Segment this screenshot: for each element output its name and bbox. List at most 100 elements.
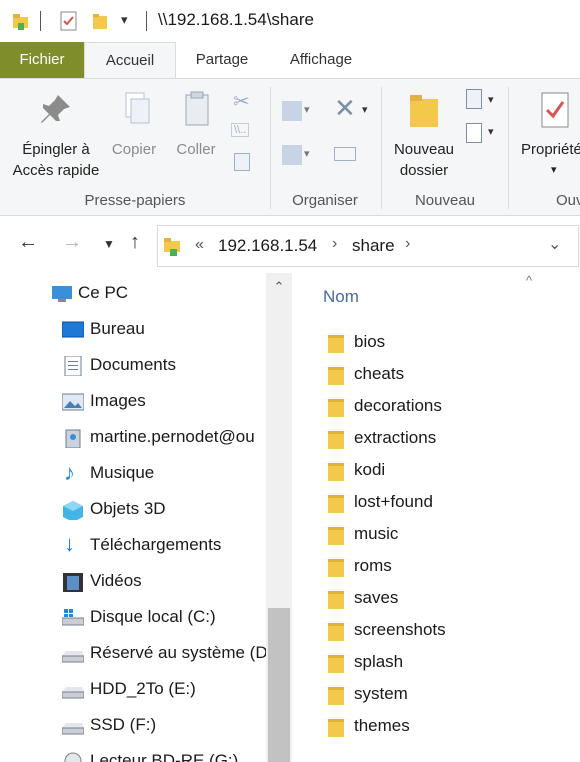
list-item[interactable]: lost+found xyxy=(322,487,572,519)
nav-item-bd-re-g[interactable]: Lecteur BD-RE (G:) xyxy=(0,745,268,762)
new-folder-quick-icon[interactable] xyxy=(90,10,112,32)
up-arrow-icon[interactable]: ↑ xyxy=(130,231,140,254)
folder-icon xyxy=(328,431,344,449)
videos-icon xyxy=(63,573,83,592)
cut-icon[interactable]: ✂ xyxy=(233,89,250,114)
customize-quick-access-icon[interactable]: ▾ xyxy=(121,12,128,34)
tab-view[interactable]: Affichage xyxy=(270,42,372,78)
scroll-up-icon[interactable]: ⌃ xyxy=(266,279,292,299)
navigation-scrollbar[interactable]: ⌃ xyxy=(266,273,292,762)
list-item[interactable]: screenshots xyxy=(322,615,572,647)
nav-item-user-folder[interactable]: martine.pernodet@ou xyxy=(0,421,268,455)
nav-item-local-disk-c[interactable]: Disque local (C:) xyxy=(0,601,268,635)
properties-quick-icon[interactable] xyxy=(58,10,80,32)
pin-quick-access-button[interactable]: Épingler à Accès rapide xyxy=(6,89,106,181)
forward-arrow-icon[interactable]: → xyxy=(62,231,82,254)
easy-access-dropdown-icon[interactable]: ▾ xyxy=(488,125,494,138)
ribbon: Épingler à Accès rapide Copier Coller ✂ … xyxy=(0,78,580,216)
tab-home[interactable]: Accueil xyxy=(84,42,176,79)
column-header-name[interactable]: Nom xyxy=(323,287,359,307)
tab-file[interactable]: Fichier xyxy=(0,42,84,78)
list-item[interactable]: decorations xyxy=(322,391,572,423)
nav-item-this-pc[interactable]: Ce PC xyxy=(0,277,268,311)
drive-icon xyxy=(62,723,84,735)
scrollbar-thumb[interactable] xyxy=(268,608,290,762)
move-to-icon[interactable] xyxy=(282,101,302,121)
list-item[interactable]: themes xyxy=(322,711,572,743)
new-folder-label-line2: dossier xyxy=(399,162,449,179)
group-separator xyxy=(508,87,509,209)
new-item-dropdown-icon[interactable]: ▾ xyxy=(488,93,494,106)
properties-label: Propriétés xyxy=(521,141,580,158)
file-list-pane: ^ Nom bios cheats decorations extraction… xyxy=(292,273,580,762)
folder-icon xyxy=(328,623,344,641)
group-label-open: Ouvrir xyxy=(556,192,580,209)
list-item[interactable]: saves xyxy=(322,583,572,615)
recent-locations-icon[interactable]: ▼ xyxy=(103,237,115,251)
paste-shortcut-icon[interactable] xyxy=(234,153,250,171)
list-item[interactable]: extractions xyxy=(322,423,572,455)
copy-button[interactable]: Copier xyxy=(104,89,164,160)
chevron-right-icon[interactable]: › xyxy=(332,235,337,253)
back-arrow-icon[interactable]: ← xyxy=(18,231,38,254)
folder-icon xyxy=(328,719,344,737)
nav-item-3d-objects[interactable]: Objets 3D xyxy=(0,493,268,527)
copy-to-icon[interactable] xyxy=(282,145,302,165)
nav-item-hdd-e[interactable]: HDD_2To (E:) xyxy=(0,673,268,707)
nav-item-documents[interactable]: Documents xyxy=(0,349,268,383)
nav-item-pictures[interactable]: Images xyxy=(0,385,268,419)
new-folder-button[interactable]: Nouveau dossier xyxy=(388,89,460,181)
properties-icon xyxy=(541,92,569,128)
paste-button[interactable]: Coller xyxy=(166,89,226,160)
delete-dropdown-icon[interactable]: ▾ xyxy=(362,103,368,116)
list-item[interactable]: kodi xyxy=(322,455,572,487)
documents-icon xyxy=(64,356,82,376)
chevron-right-icon[interactable]: › xyxy=(405,235,410,253)
folder-icon xyxy=(328,335,344,353)
copy-path-icon[interactable]: \\.. xyxy=(231,123,250,137)
pictures-icon xyxy=(62,393,84,411)
rename-icon[interactable] xyxy=(334,147,356,161)
new-item-icon[interactable] xyxy=(466,89,482,109)
list-item[interactable]: bios xyxy=(322,327,572,359)
properties-button[interactable]: Propriétés ▾ xyxy=(518,89,580,181)
navigation-pane: Ce PC Bureau Documents Images martine.pe… xyxy=(0,273,292,762)
list-item[interactable]: roms xyxy=(322,551,572,583)
group-label-clipboard: Presse-papiers xyxy=(84,192,186,209)
nav-item-ssd-f[interactable]: SSD (F:) xyxy=(0,709,268,743)
address-history-dropdown-icon[interactable]: ⌄ xyxy=(548,234,561,254)
list-item[interactable]: cheats xyxy=(322,359,572,391)
breadcrumb-share[interactable]: share xyxy=(352,236,395,256)
copy-to-dropdown-icon[interactable]: ▾ xyxy=(304,147,310,160)
breadcrumb-overflow[interactable]: « xyxy=(195,236,204,254)
group-separator xyxy=(381,87,382,209)
folder-icon xyxy=(328,399,344,417)
nav-item-system-reserved-d[interactable]: Réservé au système (D xyxy=(0,637,268,671)
pin-label-line1: Épingler à xyxy=(22,141,90,158)
nav-item-videos[interactable]: Vidéos xyxy=(0,565,268,599)
address-bar[interactable]: « 192.168.1.54 › share › ⌄ xyxy=(157,225,579,267)
move-to-dropdown-icon[interactable]: ▾ xyxy=(304,103,310,116)
tab-share[interactable]: Partage xyxy=(176,42,268,78)
downloads-icon: ↓ xyxy=(64,531,75,556)
desktop-icon xyxy=(62,321,84,338)
properties-dropdown-icon[interactable]: ▾ xyxy=(518,160,580,181)
sort-ascending-icon: ^ xyxy=(526,273,533,288)
folder-icon xyxy=(328,495,344,513)
list-item[interactable]: splash xyxy=(322,647,572,679)
new-folder-icon xyxy=(410,95,438,127)
nav-item-desktop[interactable]: Bureau xyxy=(0,313,268,347)
easy-access-icon[interactable] xyxy=(466,123,482,143)
folder-icon xyxy=(328,687,344,705)
nav-item-downloads[interactable]: ↓ Téléchargements xyxy=(0,529,268,563)
list-item[interactable]: system xyxy=(322,679,572,711)
user-folder-icon xyxy=(65,429,81,448)
breadcrumb-host[interactable]: 192.168.1.54 xyxy=(218,236,317,256)
group-label-organize: Organiser xyxy=(292,192,358,209)
nav-item-music[interactable]: ♪ Musique xyxy=(0,457,268,491)
network-share-icon xyxy=(164,238,180,256)
new-folder-label-line1: Nouveau xyxy=(393,141,455,158)
delete-icon[interactable]: ✕ xyxy=(334,95,356,121)
list-item[interactable]: music xyxy=(322,519,572,551)
explorer-icon[interactable] xyxy=(10,10,32,32)
